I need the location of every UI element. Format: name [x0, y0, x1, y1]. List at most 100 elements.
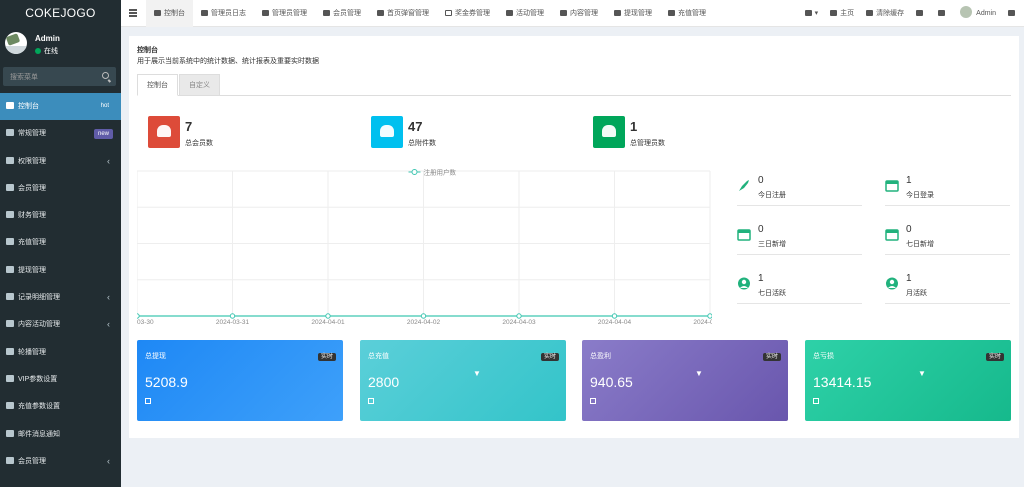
sidebar-toggle-icon[interactable] — [129, 9, 137, 18]
sidebar-item[interactable]: 会员管理 — [0, 175, 121, 202]
x-tick-label: 2024-04-04 — [598, 319, 632, 326]
nav-tab[interactable]: 活动管理 — [498, 0, 552, 27]
avatar — [960, 6, 973, 18]
sidebar-item[interactable]: 会员管理 ‹ — [0, 448, 121, 475]
trash-icon — [866, 10, 874, 16]
mini-stat: 1 月活跃 — [885, 271, 1010, 304]
filter-icon[interactable]: ▼ — [918, 369, 926, 378]
x-tick-label: 2024-04-03 — [502, 319, 536, 326]
user-menu[interactable]: Admin — [954, 0, 1002, 27]
x-tick-label: 2024-04-02 — [407, 319, 441, 326]
legend-marker — [411, 169, 418, 175]
nav-tab[interactable]: 充值管理 — [660, 0, 714, 27]
data-point — [137, 313, 140, 319]
nav-tab[interactable]: 首页弹窗管理 — [369, 0, 437, 27]
settings-button[interactable] — [1002, 0, 1024, 27]
fullscreen-icon — [938, 10, 946, 16]
sidebar-item[interactable]: 邮件消息通知 — [0, 421, 121, 448]
menu-icon — [6, 347, 14, 355]
fullscreen-button[interactable] — [932, 0, 954, 27]
user-panel: Admin 在线 — [0, 27, 121, 65]
nav-tab[interactable]: 内容管理 — [552, 0, 606, 27]
filter-icon[interactable]: ▼ — [473, 369, 481, 378]
menu-icon — [6, 374, 14, 382]
user-status: 在线 — [35, 46, 58, 56]
card-title: 总充值 — [368, 353, 389, 360]
mini-stat: 0 七日新增 — [885, 222, 1010, 255]
user-name: Admin — [35, 34, 60, 43]
home-link[interactable]: 主页 — [824, 0, 860, 27]
summary-card: 总盈利 实时 940.65 ▼ — [582, 340, 788, 421]
database-icon — [368, 398, 374, 404]
sidebar-item-label: 提现管理 — [18, 266, 46, 274]
mini-stat-label: 三日新增 — [758, 241, 786, 248]
app-logo[interactable]: COKEJOGO — [0, 0, 121, 27]
panel-tabs: 控制台 自定义 — [137, 74, 1011, 96]
sidebar-item-label: 充值管理 — [18, 239, 46, 247]
sidebar-item[interactable]: 提现管理 — [0, 257, 121, 284]
grid-menu-button[interactable]: ▾ — [799, 0, 825, 27]
sidebar-item[interactable]: 充值管理 — [0, 229, 121, 256]
sidebar-item[interactable]: 内容活动管理 ‹ — [0, 311, 121, 338]
nav-tab-label: 奖金券管理 — [455, 10, 490, 17]
mini-stat-label: 七日新增 — [906, 241, 934, 248]
avatar — [5, 32, 27, 54]
menu-icon — [6, 129, 14, 137]
sidebar-item-label: 权限管理 — [18, 157, 46, 165]
nav-tab[interactable]: 控制台 — [146, 0, 193, 27]
search-input[interactable]: 搜索菜单 — [10, 72, 38, 82]
stat-label: 总管理员数 — [630, 140, 665, 147]
sidebar-item[interactable]: 充值参数设置 — [0, 393, 121, 420]
tab-custom[interactable]: 自定义 — [179, 74, 220, 96]
sidebar-item[interactable]: 常规管理 new — [0, 120, 121, 147]
mini-stat: 1 七日活跃 — [737, 271, 862, 304]
language-button[interactable] — [910, 0, 932, 27]
tab-icon — [201, 10, 208, 16]
clear-cache-button[interactable]: 清除缓存 — [860, 0, 910, 27]
card-value: 5208.9 — [145, 374, 188, 390]
search-icon[interactable] — [102, 72, 109, 79]
data-point — [707, 313, 712, 319]
page-subtitle: 用于展示当前系统中的统计数据、统计报表及重要实时数据 — [137, 58, 319, 65]
nav-tab-label: 首页弹窗管理 — [387, 10, 429, 17]
online-dot-icon — [35, 48, 41, 54]
nav-tab[interactable]: 会员管理 — [315, 0, 369, 27]
mini-stat-value: 1 — [758, 273, 764, 284]
menu-search[interactable]: 搜索菜单 — [3, 67, 116, 86]
mini-stat: 1 今日登录 — [885, 173, 1010, 206]
data-point — [229, 313, 236, 319]
language-icon — [916, 10, 924, 16]
mini-stat-value: 0 — [906, 224, 912, 235]
topbar: 控制台 管理员日志 管理员管理 会员管理 首页弹窗管理 奖金券管理 活动管理 内容管理 提现管理… — [121, 0, 1024, 27]
sidebar-item[interactable]: 权限管理 ‹ — [0, 148, 121, 175]
sidebar-item[interactable]: 财务管理 — [0, 202, 121, 229]
card-value: 2800 — [368, 374, 400, 390]
nav-tab[interactable]: 奖金券管理 — [437, 0, 498, 27]
nav-tab[interactable]: 管理员管理 — [254, 0, 315, 27]
nav-tab[interactable]: 管理员日志 — [193, 0, 254, 27]
summary-card: 总充值 实时 2800 ▼ — [360, 340, 566, 421]
sidebar-item[interactable]: 控制台 hot — [0, 93, 121, 121]
rocket-icon — [739, 180, 749, 191]
realtime-badge: 实时 — [762, 353, 781, 361]
filter-icon[interactable]: ▼ — [695, 369, 703, 378]
menu-icon — [6, 183, 14, 191]
tab-dashboard[interactable]: 控制台 — [137, 74, 178, 96]
dashboard-panel: 控制台 用于展示当前系统中的统计数据、统计报表及重要实时数据 控制台 自定义 7… — [129, 36, 1019, 438]
tab-icon — [377, 10, 384, 16]
sidebar-item[interactable]: 轮播管理 — [0, 339, 121, 366]
home-icon — [830, 10, 838, 16]
sidebar-item[interactable]: VIP参数设置 — [0, 366, 121, 393]
sidebar-item-label: 常规管理 — [18, 130, 46, 138]
card-value: 13414.15 — [813, 374, 872, 390]
data-point — [516, 313, 522, 319]
data-point — [420, 313, 427, 319]
sidebar-item[interactable]: 记录明细管理 ‹ — [0, 284, 121, 311]
nav-tab-label: 控制台 — [164, 10, 185, 17]
nav-tab[interactable]: 提现管理 — [606, 0, 660, 27]
chevron-left-icon: ‹ — [107, 319, 110, 330]
clear-cache-label: 清除缓存 — [876, 10, 905, 17]
x-tick-label: 2024-03-31 — [216, 319, 250, 326]
summary-card: 总亏损 实时 13414.15 ▼ — [805, 340, 1011, 421]
mini-stat-label: 七日活跃 — [758, 290, 786, 297]
